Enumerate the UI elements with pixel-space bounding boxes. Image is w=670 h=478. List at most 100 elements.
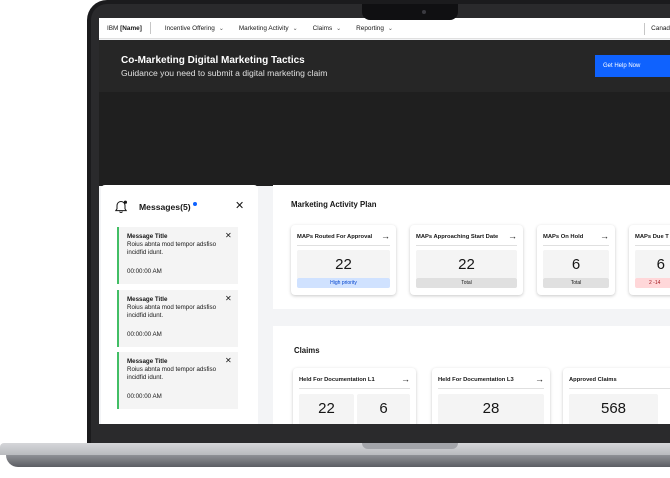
tile-header: Approved Claims	[569, 374, 617, 385]
nav-divider	[644, 22, 646, 35]
messages-title-text: Messages(5)	[139, 202, 191, 212]
nav-item-label: Incentive Offering	[164, 24, 215, 32]
message-card[interactable]: Message Title Roius abnta mod tempor ads…	[117, 227, 238, 284]
tile-header: MAPs Routed For Approval →	[297, 231, 390, 242]
message-time: 00:00:00 AM	[127, 331, 162, 338]
status-tag: 2 -14	[635, 278, 670, 288]
divider	[299, 388, 410, 389]
hero-banner: Co-Marketing Digital Marketing Tactics G…	[99, 40, 670, 92]
tile-label: MAPs Due T	[635, 233, 669, 240]
message-card[interactable]: Message Title Roius abnta mod tempor ads…	[117, 352, 238, 409]
tile-value-box: 28	[438, 394, 544, 424]
chevron-down-icon: ⌄	[218, 25, 224, 32]
camera-notch	[362, 4, 458, 20]
message-time: 00:00:00 AM	[127, 393, 162, 400]
tile-value: 568	[600, 400, 627, 417]
tile-header: MAPs Approaching Start Date →	[416, 231, 517, 242]
tile-header: Held For Documentation L3 →	[438, 374, 544, 385]
messages-title: Messages(5)	[139, 202, 197, 212]
tile-value: 22	[458, 256, 475, 273]
messages-header: Messages(5)	[113, 197, 247, 217]
chevron-down-icon: ⌄	[387, 25, 393, 32]
top-navigation: IBM [Name] Incentive Offering ⌄ Marketin…	[99, 18, 670, 39]
region-selector[interactable]: Canad	[644, 18, 670, 39]
message-title: Message Title	[127, 233, 168, 240]
message-body: Roius abnta mod tempor adsfiso incidfid …	[127, 304, 217, 319]
app-screen: IBM [Name] Incentive Offering ⌄ Marketin…	[99, 18, 670, 424]
nav-item-label: Claims	[312, 24, 333, 32]
tile-header: MAPs Due T	[635, 231, 670, 242]
arrow-right-icon: →	[600, 231, 609, 241]
section-title: Claims	[294, 346, 320, 355]
nav-item-reporting[interactable]: Reporting ⌄	[356, 25, 393, 32]
tile-value-box: 6	[543, 250, 609, 279]
map-tile-approaching-start-date[interactable]: MAPs Approaching Start Date → 22 Total	[410, 225, 523, 295]
status-tag: Total	[416, 278, 517, 288]
tile-value: 22	[318, 400, 335, 417]
arrow-right-icon: →	[401, 374, 410, 384]
tile-value-box: 6	[635, 250, 670, 279]
arrow-right-icon: →	[535, 374, 544, 384]
map-tile-due[interactable]: MAPs Due T 6 2 -14	[629, 225, 670, 295]
nav-item-claims[interactable]: Claims ⌄	[313, 25, 342, 32]
claims-tile-held-l3[interactable]: Held For Documentation L3 → 28	[432, 368, 550, 424]
tile-value-box: 6	[357, 394, 410, 424]
nav-divider	[149, 22, 151, 34]
tile-value: 28	[482, 400, 500, 417]
chevron-down-icon: ⌄	[292, 25, 298, 32]
message-time: 00:00:00 AM	[127, 268, 162, 275]
bell-icon[interactable]	[113, 199, 129, 215]
laptop-base-top	[0, 443, 670, 455]
region-label: Canad	[651, 25, 670, 32]
tile-value-box: 22	[299, 394, 354, 424]
laptop-hinge-groove	[362, 443, 458, 449]
tile-value: 6	[379, 400, 388, 417]
dismiss-icon[interactable]: ✕	[225, 232, 232, 240]
message-title: Message Title	[127, 358, 168, 365]
marketing-activity-plan-panel: Marketing Activity Plan MAPs Routed For …	[273, 185, 670, 309]
tile-value: 22	[335, 256, 352, 273]
nav-item-marketing-activity[interactable]: Marketing Activity ⌄	[239, 25, 298, 32]
laptop-base-lip	[6, 455, 670, 467]
message-title: Message Title	[127, 296, 168, 303]
section-title: Marketing Activity Plan	[291, 200, 377, 209]
message-body: Roius abnta mod tempor adsfiso incidfid …	[127, 366, 217, 381]
tile-value-box: 568	[569, 394, 658, 424]
brand-prefix: IBM	[107, 24, 119, 32]
tile-value-box: 22	[416, 250, 517, 279]
arrow-right-icon: →	[381, 231, 390, 241]
messages-panel: Messages(5) ✕ Message Title Roius abnta …	[101, 185, 258, 424]
tile-label: MAPs Approaching Start Date	[416, 233, 499, 240]
claims-tile-held-l1[interactable]: Held For Documentation L1 → 22 6	[293, 368, 416, 424]
tile-value: 6	[571, 256, 581, 273]
claims-tile-approved[interactable]: Approved Claims 568	[563, 368, 670, 424]
nav-item-label: Marketing Activity	[238, 24, 289, 32]
dismiss-icon[interactable]: ✕	[225, 295, 232, 303]
tile-value-box: 22	[297, 250, 390, 279]
close-icon[interactable]: ✕	[235, 201, 244, 212]
divider	[416, 245, 517, 246]
tile-label: Held For Documentation L1	[299, 376, 375, 383]
camera-icon	[422, 10, 426, 14]
claims-panel: Claims Held For Documentation L1 → 22 6 H…	[273, 326, 670, 424]
page-title: Co-Marketing Digital Marketing Tactics	[121, 55, 305, 66]
brand-name: [Name]	[120, 24, 142, 32]
map-tile-routed-for-approval[interactable]: MAPs Routed For Approval → 22 High priori…	[291, 225, 396, 295]
arrow-right-icon: →	[508, 231, 517, 241]
tile-header: Held For Documentation L1 →	[299, 374, 410, 385]
unread-indicator	[192, 202, 197, 206]
status-tag: High priority	[297, 278, 390, 288]
divider	[635, 245, 670, 246]
message-card[interactable]: Message Title Roius abnta mod tempor ads…	[117, 290, 238, 347]
tile-label: Held For Documentation L3	[438, 376, 514, 383]
tile-header: MAPs On Hold →	[543, 231, 609, 242]
dismiss-icon[interactable]: ✕	[225, 357, 232, 365]
device-mockup: IBM [Name] Incentive Offering ⌄ Marketin…	[0, 0, 670, 478]
divider	[543, 245, 609, 246]
brand-logo[interactable]: IBM [Name]	[99, 25, 150, 32]
map-tile-on-hold[interactable]: MAPs On Hold → 6 Total	[537, 225, 615, 295]
nav-item-incentive-offering[interactable]: Incentive Offering ⌄	[165, 25, 224, 32]
status-tag: Total	[543, 278, 609, 288]
get-help-now-button[interactable]: Get Help Now	[595, 55, 670, 77]
divider	[569, 388, 670, 389]
